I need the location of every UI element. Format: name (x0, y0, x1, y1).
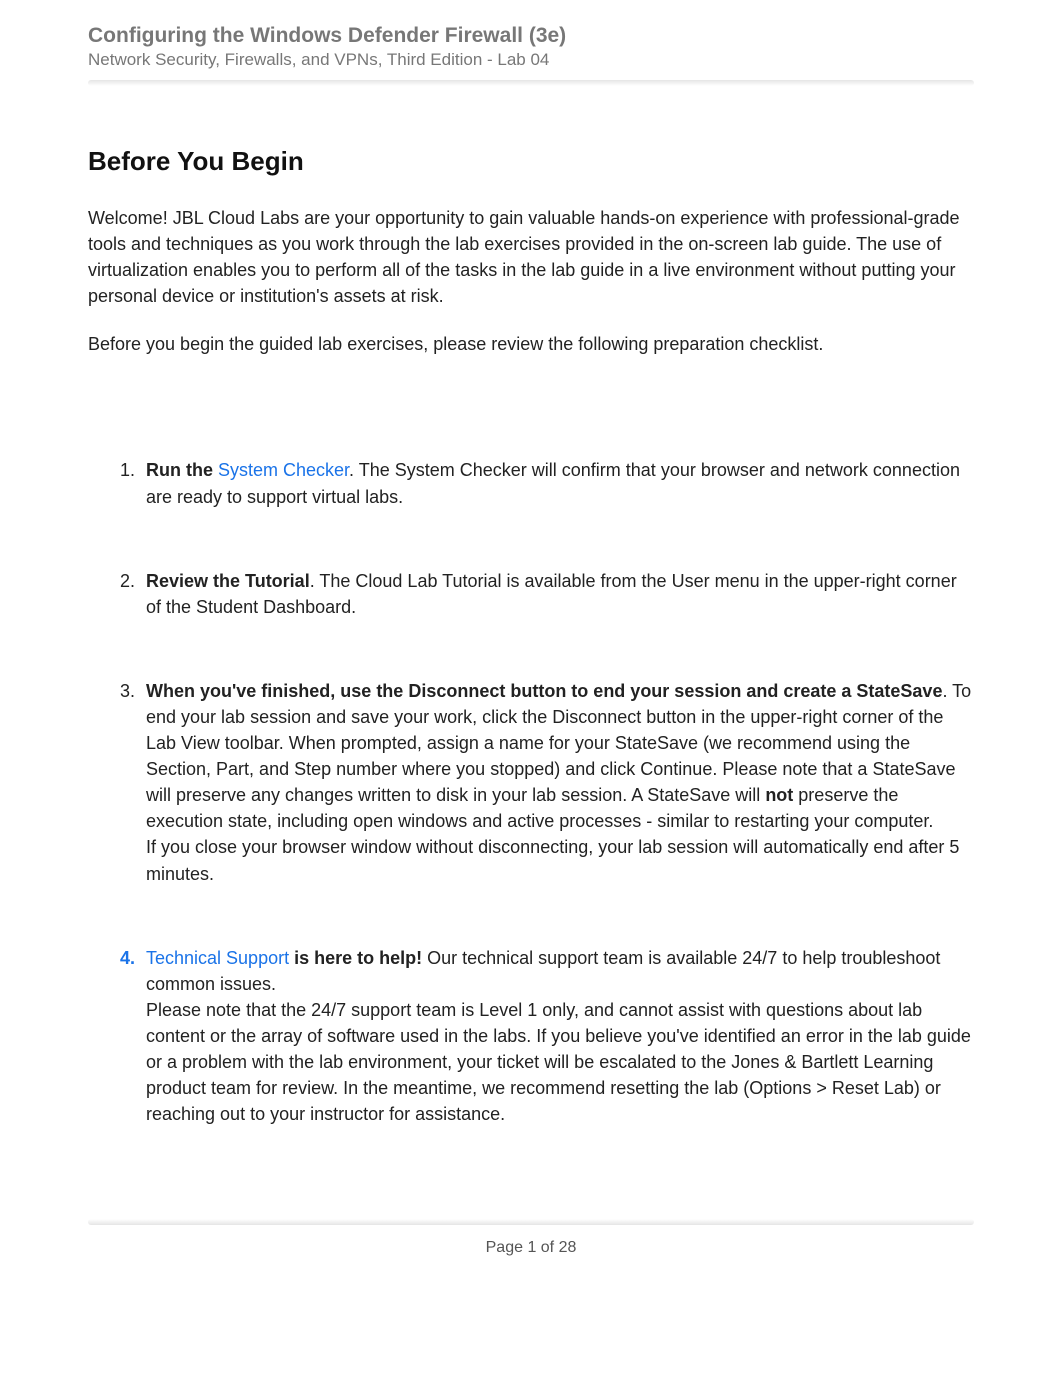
item1-bold: Run the (146, 460, 218, 480)
preparation-checklist: Run the System Checker. The System Check… (88, 457, 974, 1127)
checklist-item-3: When you've finished, use the Disconnect… (140, 678, 974, 887)
document-page: Configuring the Windows Defender Firewal… (0, 0, 1062, 1377)
item2-bold: Review the Tutorial (146, 571, 310, 591)
system-checker-link[interactable]: System Checker (218, 460, 349, 480)
item3-bold: When you've finished, use the Disconnect… (146, 681, 942, 701)
technical-support-link[interactable]: Technical Support (146, 948, 289, 968)
checklist-item-4: Technical Support is here to help! Our t… (140, 945, 974, 1128)
checklist-item-2: Review the Tutorial. The Cloud Lab Tutor… (140, 568, 974, 620)
lab-title: Configuring the Windows Defender Firewal… (88, 24, 974, 48)
item3-not: not (765, 785, 793, 805)
intro-paragraph-2: Before you begin the guided lab exercise… (88, 331, 974, 357)
item4-bold: is here to help! (289, 948, 422, 968)
page-footer: Page 1 of 28 (88, 1219, 974, 1257)
page-number: Page 1 of 28 (88, 1239, 974, 1257)
section-heading: Before You Begin (88, 146, 974, 177)
intro-paragraph-1: Welcome! JBL Cloud Labs are your opportu… (88, 205, 974, 309)
lab-subtitle: Network Security, Firewalls, and VPNs, T… (88, 50, 974, 70)
checklist-item-1: Run the System Checker. The System Check… (140, 457, 974, 509)
item3-line2: If you close your browser window without… (146, 837, 959, 883)
item4-line2: Please note that the 24/7 support team i… (146, 1000, 971, 1124)
header-divider (88, 80, 974, 86)
footer-divider (88, 1219, 974, 1225)
